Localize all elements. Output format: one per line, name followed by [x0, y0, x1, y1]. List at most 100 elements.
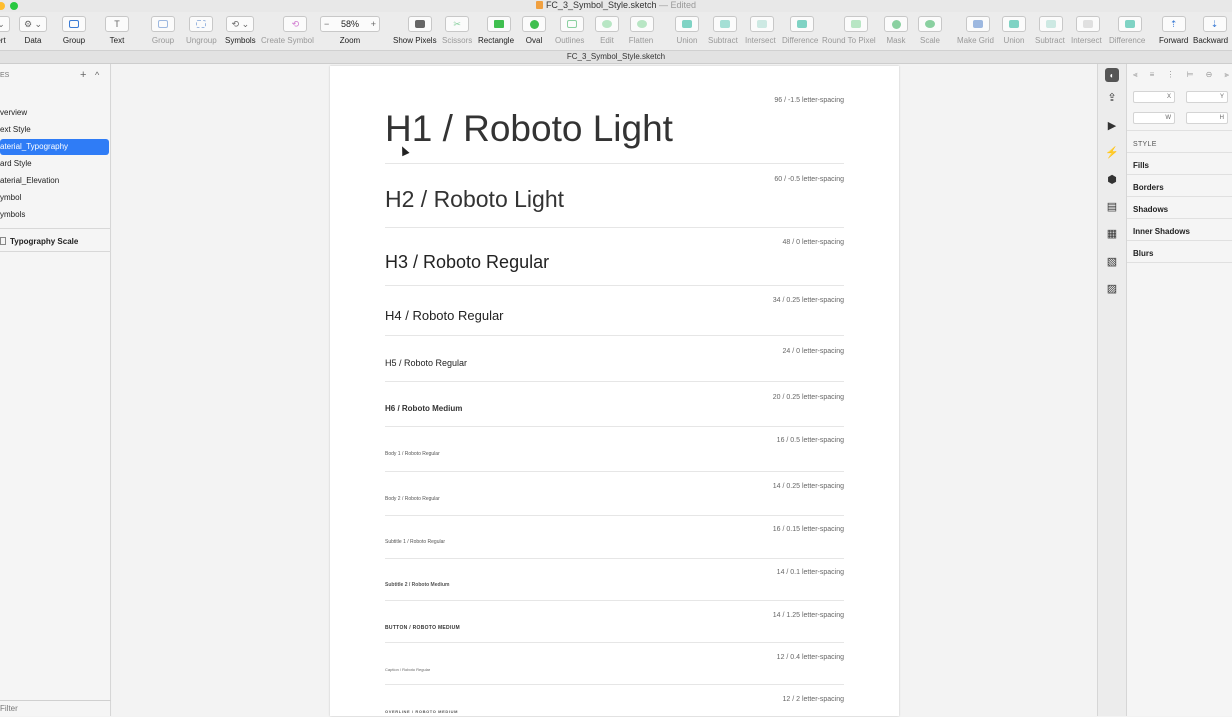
- page-item-card-style[interactable]: ard Style: [0, 156, 109, 172]
- pages-label: ES: [0, 72, 10, 79]
- sidebar-divider: [0, 251, 111, 252]
- layout-icon[interactable]: ▤: [1105, 199, 1119, 213]
- add-page-icon[interactable]: +: [80, 69, 86, 81]
- group-icon: [62, 16, 86, 32]
- type-spec: 20 / 0.25 letter-spacing: [772, 394, 844, 401]
- y-field[interactable]: Y: [1186, 91, 1228, 103]
- ungroup-tool[interactable]: Ungroup: [186, 16, 217, 45]
- width-field[interactable]: W: [1133, 112, 1175, 124]
- union2-tool[interactable]: Union: [1002, 16, 1026, 45]
- edit-tool[interactable]: Edit: [595, 16, 619, 45]
- artboard-typography-scale[interactable]: 96 / -1.5 letter-spacing H1 / Roboto Lig…: [330, 66, 899, 716]
- intersect2-tool[interactable]: Intersect: [1071, 16, 1102, 45]
- components-icon[interactable]: ▦: [1105, 226, 1119, 240]
- type-row-body2[interactable]: 14 / 0.25 letter-spacing Body 2 / Roboto…: [385, 472, 844, 516]
- align-right-icon[interactable]: ⋮: [1166, 70, 1174, 80]
- data-tool[interactable]: ⚙ ⌄ Data: [19, 16, 47, 45]
- zoom-in-icon[interactable]: +: [371, 19, 376, 29]
- sidebar-divider: [0, 228, 111, 229]
- union-tool[interactable]: Union: [675, 16, 699, 45]
- round-to-pixel-tool[interactable]: Round To Pixel: [822, 16, 876, 45]
- fills-section[interactable]: Fills: [1133, 161, 1149, 170]
- type-row-overline[interactable]: 12 / 2 letter-spacing OVERLINE / ROBOTO …: [385, 685, 844, 716]
- page-item-material-elevation[interactable]: aterial_Elevation: [0, 173, 109, 189]
- inspector-divider: [1127, 240, 1232, 241]
- type-row-h4[interactable]: 34 / 0.25 letter-spacing H4 / Roboto Reg…: [385, 286, 844, 336]
- type-row-subtitle2[interactable]: 14 / 0.1 letter-spacing Subtitle 2 / Rob…: [385, 558, 844, 601]
- export-icon[interactable]: ⇪: [1105, 90, 1119, 104]
- difference-tool[interactable]: Difference: [782, 16, 818, 45]
- page-item-material-typography[interactable]: aterial_Typography: [0, 139, 109, 155]
- symbols-icon: ⟲ ⌄: [226, 16, 255, 32]
- show-pixels-tool[interactable]: Show Pixels: [393, 16, 437, 45]
- style-inspector-icon[interactable]: ◐: [1105, 68, 1119, 82]
- oval-tool[interactable]: Oval: [522, 16, 546, 45]
- align-bottom-icon[interactable]: ⫸: [1224, 70, 1229, 80]
- mask-tool[interactable]: Mask: [884, 16, 908, 45]
- difference2-tool[interactable]: Difference: [1109, 16, 1145, 45]
- align-left-icon[interactable]: ⫷: [1133, 70, 1138, 80]
- page-item-symbol[interactable]: ymbol: [0, 190, 109, 206]
- subtract-tool[interactable]: Subtract: [708, 16, 738, 45]
- add-image-icon[interactable]: ▨: [1105, 281, 1119, 295]
- type-row-h3[interactable]: 48 / 0 letter-spacing H3 / Roboto Regula…: [385, 228, 844, 286]
- type-row-h2[interactable]: 60 / -0.5 letter-spacing H2 / Roboto Lig…: [385, 166, 844, 228]
- borders-section[interactable]: Borders: [1133, 183, 1164, 192]
- document-tab[interactable]: FC_3_Symbol_Style.sketch: [0, 50, 1232, 64]
- filter-input[interactable]: Filter: [0, 700, 111, 716]
- make-grid-tool[interactable]: Make Grid: [957, 16, 994, 45]
- create-symbol-tool[interactable]: ⟲ Create Symbol: [261, 16, 314, 45]
- outlines-tool[interactable]: Outlines: [555, 16, 584, 45]
- page-item-overview[interactable]: verview: [0, 105, 109, 121]
- insert-tool[interactable]: ⌄ ert: [0, 16, 10, 45]
- type-spec: 60 / -0.5 letter-spacing: [774, 176, 844, 183]
- type-spec: 14 / 0.1 letter-spacing: [776, 569, 844, 576]
- type-row-caption[interactable]: 12 / 0.4 letter-spacing Caption / Roboto…: [385, 643, 844, 685]
- intersect-tool[interactable]: Intersect: [745, 16, 776, 45]
- image-edit-icon[interactable]: ▧: [1105, 254, 1119, 268]
- type-spec: 16 / 0.15 letter-spacing: [772, 526, 844, 533]
- shadows-section[interactable]: Shadows: [1133, 205, 1168, 214]
- flatten-tool[interactable]: Flatten: [628, 16, 654, 45]
- hexagon-icon[interactable]: ⬢: [1105, 172, 1119, 186]
- inner-shadows-section[interactable]: Inner Shadows: [1133, 227, 1190, 236]
- artboard-icon: [0, 237, 6, 245]
- zoom-out-icon[interactable]: −: [324, 19, 329, 29]
- prototype-play-icon[interactable]: ▶: [1105, 118, 1119, 132]
- subtract2-tool[interactable]: Subtract: [1035, 16, 1065, 45]
- group-tool[interactable]: Group: [62, 16, 86, 45]
- blurs-section[interactable]: Blurs: [1133, 249, 1153, 258]
- type-row-body1[interactable]: 16 / 0.5 letter-spacing Body 1 / Roboto …: [385, 426, 844, 472]
- layer-item-typography-scale[interactable]: Typography Scale: [0, 235, 78, 249]
- collapse-chevron-icon[interactable]: ^: [95, 70, 99, 80]
- type-row-subtitle1[interactable]: 16 / 0.15 letter-spacing Subtitle 1 / Ro…: [385, 515, 844, 559]
- union-icon: [675, 16, 699, 32]
- alignment-toolbar: ⫷ ≡ ⋮ ⊨ ⊖ ⫸: [1133, 70, 1229, 80]
- type-row-button[interactable]: 14 / 1.25 letter-spacing BUTTON / ROBOTO…: [385, 601, 844, 643]
- page-item-symbols[interactable]: ymbols: [0, 207, 109, 223]
- rectangle-tool[interactable]: Rectangle: [478, 16, 514, 45]
- type-spec: 12 / 2 letter-spacing: [782, 696, 844, 703]
- align-middle-icon[interactable]: ⊖: [1206, 70, 1213, 80]
- zoom-stepper[interactable]: − 58% +: [320, 16, 380, 32]
- align-top-icon[interactable]: ⊨: [1187, 70, 1194, 80]
- symbols-tool[interactable]: ⟲ ⌄ Symbols: [225, 16, 256, 45]
- x-field[interactable]: X: [1133, 91, 1175, 103]
- type-spec: 34 / 0.25 letter-spacing: [772, 297, 844, 304]
- backward-tool[interactable]: ⇣ Backward: [1193, 16, 1228, 45]
- align-center-icon[interactable]: ≡: [1150, 70, 1155, 80]
- scissors-tool[interactable]: ✂ Scissors: [442, 16, 472, 45]
- group2-tool[interactable]: Group: [151, 16, 175, 45]
- text-tool[interactable]: T Text: [105, 16, 129, 45]
- page-item-text-style[interactable]: ext Style: [0, 122, 109, 138]
- height-field[interactable]: H: [1186, 112, 1228, 124]
- canvas[interactable]: 96 / -1.5 letter-spacing H1 / Roboto Lig…: [112, 64, 1097, 716]
- type-row-h6[interactable]: 20 / 0.25 letter-spacing H6 / Roboto Med…: [385, 382, 844, 427]
- scale-tool[interactable]: Scale: [918, 16, 942, 45]
- type-row-h5[interactable]: 24 / 0 letter-spacing H5 / Roboto Regula…: [385, 336, 844, 382]
- type-row-h1[interactable]: 96 / -1.5 letter-spacing H1 / Roboto Lig…: [385, 66, 844, 166]
- forward-tool[interactable]: ⇡ Forward: [1159, 16, 1188, 45]
- difference-icon: [1118, 16, 1143, 32]
- zoom-tool[interactable]: − 58% + Zoom: [320, 16, 380, 45]
- lightning-icon[interactable]: ⚡: [1105, 145, 1119, 159]
